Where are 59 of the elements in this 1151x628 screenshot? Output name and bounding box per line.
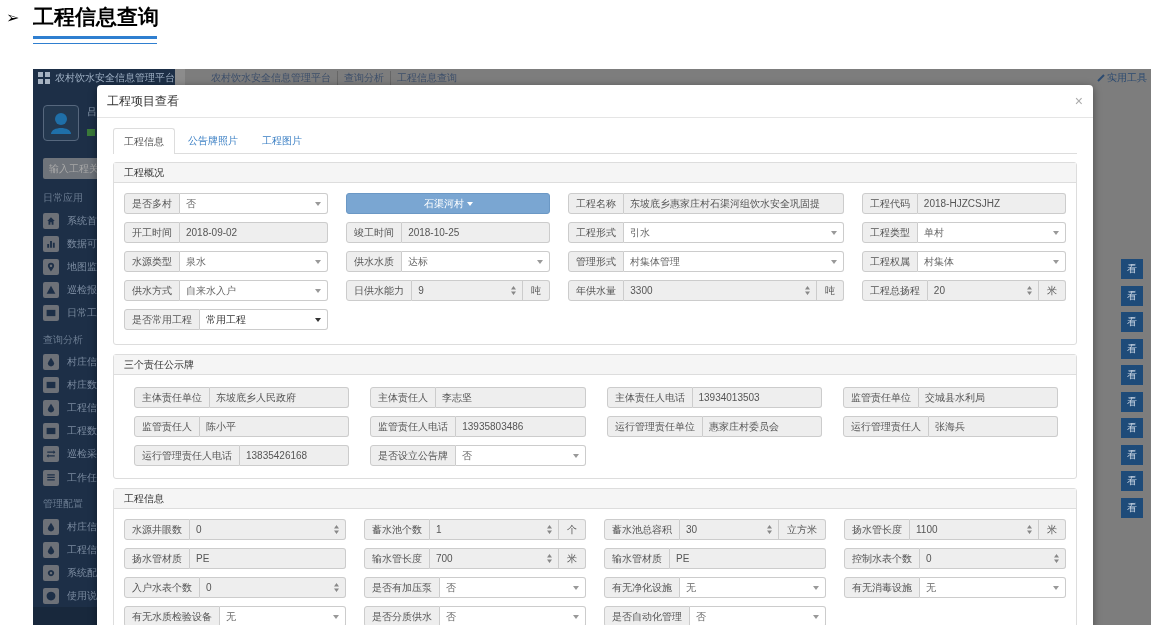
field-label: 年供水量 [568, 280, 625, 301]
field-label: 是否自动化管理 [604, 606, 690, 625]
unit-label: 个 [559, 519, 586, 540]
field-label: 供水方式 [124, 280, 180, 301]
field-label: 是否常用工程 [124, 309, 200, 330]
field-label: 输水管长度 [364, 548, 430, 569]
field-label: 有无净化设施 [604, 577, 680, 598]
bullet-arrow: ➢ [6, 7, 20, 27]
field-label: 工程形式 [568, 222, 625, 243]
field-label: 监管责任单位 [842, 387, 919, 408]
field-label: 是否有加压泵 [364, 577, 440, 598]
modal-title: 工程项目查看 [107, 92, 179, 110]
field-label: 有无消毒设施 [844, 577, 920, 598]
field-label: 工程总扬程 [861, 280, 928, 301]
unit-label: 立方米 [779, 519, 826, 540]
app-title: 农村饮水安全信息管理平台 [55, 70, 175, 85]
field-label: 有无水质检验设备 [124, 606, 220, 625]
field-label: 工程类型 [861, 222, 918, 243]
field-label: 竣工时间 [346, 222, 403, 243]
field-label: 工程名称 [568, 193, 625, 214]
user-name: 吕 [87, 104, 97, 119]
field-label: 入户水表个数 [124, 577, 200, 598]
field-label: 主体责任人 [370, 387, 437, 408]
field-label: 运行管理责任人电话 [134, 445, 240, 466]
section-heading: 管理配置 [42, 497, 84, 512]
field-label: 运行管理责任单位 [606, 416, 703, 437]
field-label: 输水管材质 [604, 548, 670, 569]
field-label: 水源类型 [124, 251, 180, 272]
field-label: 主体责任人电话 [606, 387, 693, 408]
field-label: 管理形式 [568, 251, 625, 272]
field-label: 供水水质 [346, 251, 403, 272]
field-label: 蓄水池个数 [364, 519, 430, 540]
field-label: 工程代码 [861, 193, 918, 214]
unit-label: 米 [1039, 280, 1066, 301]
field-label: 运行管理责任人 [842, 416, 929, 437]
field-label: 蓄水池总容积 [604, 519, 680, 540]
field-label: 控制水表个数 [844, 548, 920, 569]
field-label: 开工时间 [124, 222, 180, 243]
field-label: 是否多村 [124, 193, 180, 214]
field-label: 监管责任人电话 [370, 416, 457, 437]
field-label: 日供水能力 [346, 280, 413, 301]
unit-label: 米 [1039, 519, 1066, 540]
panel-title: 工程概况 [114, 163, 1076, 183]
unit-label: 吨 [523, 280, 551, 301]
field-label: 是否设立公告牌 [370, 445, 457, 466]
field-label: 扬水管材质 [124, 548, 190, 569]
panel-title: 三个责任公示牌 [114, 355, 1076, 375]
field-label: 扬水管长度 [844, 519, 910, 540]
page-title: 工程信息查询 [33, 4, 159, 30]
panel-title: 工程信息 [114, 489, 1076, 509]
section-heading: 查询分析 [42, 332, 84, 347]
field-label: 是否分质供水 [364, 606, 440, 625]
unit-label: 吨 [816, 280, 844, 301]
field-label: 工程权属 [861, 251, 918, 272]
field-label: 水源井眼数 [124, 519, 190, 540]
field-label: 监管责任人 [134, 416, 200, 437]
field-label: 主体责任单位 [134, 387, 210, 408]
unit-label: 米 [559, 548, 586, 569]
section-heading: 日常应用 [42, 191, 84, 206]
